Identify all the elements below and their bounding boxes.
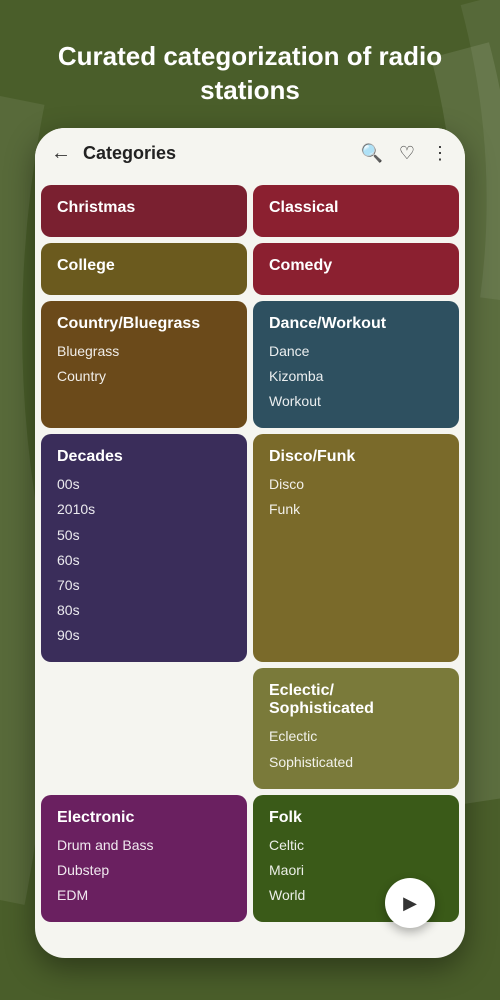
category-college[interactable]: College — [41, 243, 247, 295]
app-bar-actions: 🔍 ♡ ⋮ — [360, 143, 449, 164]
page-title: Curated categorization of radio stations — [40, 40, 460, 108]
back-button[interactable]: ← — [51, 142, 71, 165]
more-icon[interactable]: ⋮ — [431, 143, 449, 164]
category-eclectic[interactable]: Eclectic/Sophisticated EclecticSophistic… — [253, 668, 459, 788]
category-classical[interactable]: Classical — [253, 185, 459, 237]
favorite-icon[interactable]: ♡ — [399, 143, 415, 164]
categories-grid: Christmas Classical College Comedy Count… — [35, 179, 465, 929]
category-electronic[interactable]: Electronic Drum and BassDubstepEDM — [41, 795, 247, 923]
category-comedy[interactable]: Comedy — [253, 243, 459, 295]
category-disco[interactable]: Disco/Funk DiscoFunk — [253, 434, 459, 662]
phone-frame: ← Categories 🔍 ♡ ⋮ Christmas Classical C… — [35, 128, 465, 959]
category-country[interactable]: Country/Bluegrass BluegrassCountry — [41, 301, 247, 429]
fab-icon: ▶ — [403, 893, 417, 914]
app-bar: ← Categories 🔍 ♡ ⋮ — [35, 128, 465, 179]
category-christmas[interactable]: Christmas — [41, 185, 247, 237]
category-dance[interactable]: Dance/Workout DanceKizombaWorkout — [253, 301, 459, 429]
search-icon[interactable]: 🔍 — [360, 143, 382, 164]
category-decades[interactable]: Decades 00s2010s50s60s70s80s90s — [41, 434, 247, 662]
page-header: Curated categorization of radio stations — [0, 0, 500, 128]
app-bar-title: Categories — [83, 143, 360, 164]
